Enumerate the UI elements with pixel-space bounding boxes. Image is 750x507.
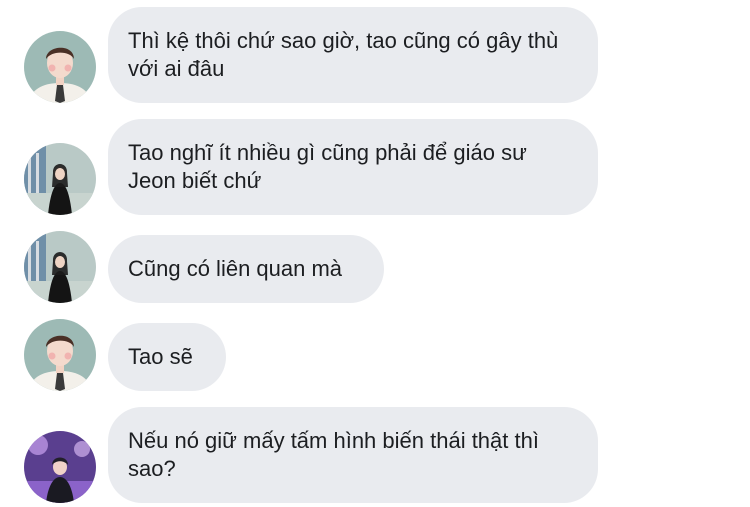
message-bubble[interactable]: Tao nghĩ ít nhiều gì cũng phải để giáo s… [108,119,598,215]
message-bubble[interactable]: Cũng có liên quan mà [108,235,384,303]
message-bubble[interactable]: Nếu nó giữ mấy tấm hình biến thái thật t… [108,407,598,503]
message-text: Tao nghĩ ít nhiều gì cũng phải để giáo s… [128,140,527,193]
young-man-avatar[interactable] [24,319,96,391]
message-text: Cũng có liên quan mà [128,256,343,281]
message-text: Nếu nó giữ mấy tấm hình biến thái thật t… [128,428,539,481]
woman-black-dress-avatar[interactable] [24,143,96,215]
young-man-avatar[interactable] [24,31,96,103]
woman-black-dress-avatar[interactable] [24,231,96,303]
message-text: Thì kệ thôi chứ sao giờ, tao cũng có gây… [128,28,559,81]
purple-stage-avatar[interactable] [24,431,96,503]
message-bubble[interactable]: Tao sẽ [108,323,226,391]
message-text: Tao sẽ [128,344,193,369]
message-bubble[interactable]: Thì kệ thôi chứ sao giờ, tao cũng có gây… [108,7,598,103]
